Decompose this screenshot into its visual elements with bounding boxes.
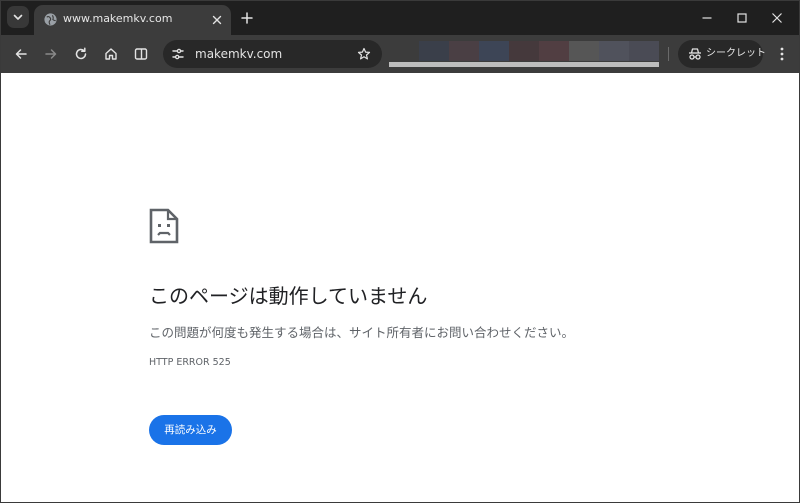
star-icon xyxy=(357,47,371,60)
close-window-button[interactable] xyxy=(765,6,789,30)
redacted-block xyxy=(509,41,539,61)
close-icon xyxy=(772,13,782,23)
side-panel-icon xyxy=(134,48,148,60)
arrow-right-icon xyxy=(45,49,57,59)
redacted-underline xyxy=(389,62,659,67)
reload-toolbar-button[interactable] xyxy=(71,44,91,64)
minimize-button[interactable] xyxy=(695,6,719,30)
maximize-button[interactable] xyxy=(730,6,754,30)
side-panel-button[interactable] xyxy=(131,44,151,64)
new-tab-button[interactable] xyxy=(238,9,256,27)
minimize-icon xyxy=(702,17,712,19)
globe-icon xyxy=(44,13,57,26)
incognito-label: シークレット xyxy=(706,48,766,59)
tab-active[interactable]: www.makemkv.com xyxy=(34,5,231,35)
incognito-icon xyxy=(689,48,701,60)
arrow-left-icon xyxy=(15,49,27,59)
redacted-block xyxy=(419,41,449,61)
error-title: このページは動作していません xyxy=(149,284,428,308)
redacted-block xyxy=(569,41,599,61)
error-description: この問題が何度も発生する場合は、サイト所有者にお問い合わせください。 xyxy=(149,325,575,340)
address-bar[interactable]: makemkv.com xyxy=(163,40,382,68)
url-text: makemkv.com xyxy=(195,47,283,61)
tune-icon xyxy=(172,48,184,60)
redacted-block xyxy=(389,41,419,61)
tab-search-button[interactable] xyxy=(7,6,29,28)
tab-title: www.makemkv.com xyxy=(63,12,173,25)
more-vert-icon xyxy=(780,47,784,61)
error-code: HTTP ERROR 525 xyxy=(149,357,231,368)
reload-button[interactable]: 再読み込み xyxy=(149,415,232,445)
plus-icon xyxy=(241,12,253,24)
redacted-block xyxy=(629,41,659,61)
home-icon xyxy=(105,48,117,60)
bookmark-star-button[interactable] xyxy=(355,45,373,63)
redacted-block xyxy=(449,41,479,61)
browser-window: www.makemkv.com makemkv.com シークレット このページ… xyxy=(0,0,800,503)
redacted-block xyxy=(479,41,509,61)
menu-button[interactable] xyxy=(772,44,792,64)
refresh-icon xyxy=(75,47,87,60)
redacted-block xyxy=(539,41,569,61)
maximize-icon xyxy=(737,13,747,23)
forward-button[interactable] xyxy=(41,44,61,64)
tab-close-button[interactable] xyxy=(209,12,224,27)
toolbar-separator xyxy=(668,47,669,61)
back-button[interactable] xyxy=(11,44,31,64)
redacted-block xyxy=(599,41,629,61)
home-button[interactable] xyxy=(101,44,121,64)
sad-page-icon xyxy=(149,208,179,244)
page-content: このページは動作していません この問題が何度も発生する場合は、サイト所有者にお問… xyxy=(1,73,799,502)
toolbar: makemkv.com シークレット xyxy=(1,35,799,73)
incognito-button[interactable]: シークレット xyxy=(678,40,766,68)
chevron-down-icon xyxy=(13,14,23,20)
tab-strip: www.makemkv.com xyxy=(1,1,799,35)
site-info-button[interactable] xyxy=(170,46,186,62)
close-icon xyxy=(212,15,221,24)
